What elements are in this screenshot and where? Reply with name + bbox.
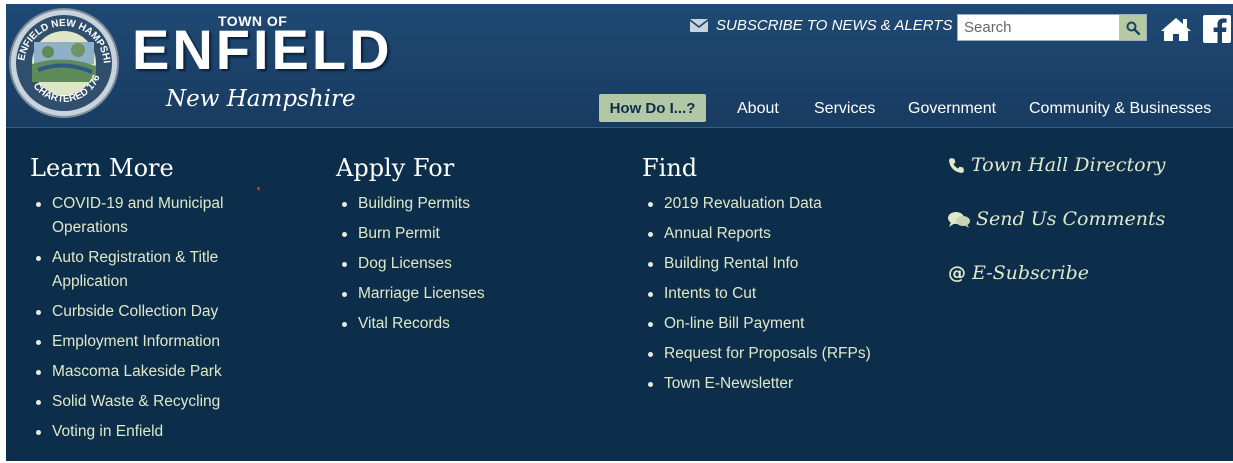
facebook-icon[interactable]	[1203, 15, 1231, 43]
list-item[interactable]: Curbside Collection Day	[30, 300, 290, 324]
apply-for-heading: Apply For	[336, 154, 455, 182]
envelope-icon	[690, 19, 708, 32]
nav-how-do-i[interactable]: How Do I...?	[599, 94, 706, 122]
send-us-comments-link[interactable]: Send Us Comments	[948, 208, 1165, 230]
learn-more-heading: Learn More	[30, 154, 174, 182]
list-item[interactable]: Voting in Enfield	[30, 420, 290, 444]
list-item[interactable]: Annual Reports	[642, 222, 922, 246]
search-icon	[1126, 21, 1140, 35]
nav-community-businesses[interactable]: Community & Businesses	[1029, 100, 1211, 118]
subscribe-label: SUBSCRIBE TO NEWS & ALERTS	[716, 17, 953, 34]
quick-link-label: E-Subscribe	[972, 262, 1090, 284]
apply-for-list: Building Permits Burn Permit Dog License…	[336, 192, 596, 336]
red-dot-marker	[257, 187, 260, 190]
list-item[interactable]: Request for Proposals (RFPs)	[642, 342, 922, 366]
list-item[interactable]: Town E-Newsletter	[642, 372, 922, 396]
town-seal-logo[interactable]: ENFIELD NEW HAMPSHIRE CHARTERED 1761	[8, 6, 120, 120]
comments-icon	[948, 211, 970, 228]
nav-government[interactable]: Government	[908, 100, 996, 118]
find-column: Find 2019 Revaluation Data Annual Report…	[642, 154, 922, 402]
search-input[interactable]	[958, 15, 1118, 40]
search-box	[957, 14, 1147, 41]
learn-more-column: Learn More COVID-19 and Municipal Operat…	[30, 154, 290, 450]
list-item[interactable]: Auto Registration & Title Application	[30, 246, 290, 294]
find-list: 2019 Revaluation Data Annual Reports Bui…	[642, 192, 922, 396]
list-item[interactable]: Marriage Licenses	[336, 282, 596, 306]
home-icon[interactable]	[1160, 16, 1192, 42]
nav-about[interactable]: About	[737, 100, 779, 118]
page-frame: ENFIELD NEW HAMPSHIRE CHARTERED 1761 TOW…	[6, 4, 1233, 461]
find-heading: Find	[642, 154, 698, 182]
apply-for-column: Apply For Building Permits Burn Permit D…	[336, 154, 596, 342]
list-item[interactable]: Solid Waste & Recycling	[30, 390, 290, 414]
list-item[interactable]: Employment Information	[30, 330, 290, 354]
list-item[interactable]: Building Rental Info	[642, 252, 922, 276]
list-item[interactable]: Dog Licenses	[336, 252, 596, 276]
list-item[interactable]: Mascoma Lakeside Park	[30, 360, 290, 384]
list-item[interactable]: Building Permits	[336, 192, 596, 216]
list-item[interactable]: Intents to Cut	[642, 282, 922, 306]
list-item[interactable]: 2019 Revaluation Data	[642, 192, 922, 216]
list-item[interactable]: COVID-19 and Municipal Operations	[30, 192, 290, 240]
list-item[interactable]: Vital Records	[336, 312, 596, 336]
phone-icon	[949, 157, 964, 173]
town-name-logo[interactable]: ENFIELD	[132, 20, 393, 80]
site-header: ENFIELD NEW HAMPSHIRE CHARTERED 1761 TOW…	[6, 4, 1233, 128]
quick-link-label: Town Hall Directory	[971, 154, 1166, 176]
subscribe-link[interactable]: SUBSCRIBE TO NEWS & ALERTS	[690, 17, 952, 34]
search-button[interactable]	[1119, 15, 1146, 40]
list-item[interactable]: Burn Permit	[336, 222, 596, 246]
list-item[interactable]: On-line Bill Payment	[642, 312, 922, 336]
e-subscribe-link[interactable]: @ E-Subscribe	[948, 262, 1089, 284]
nav-services[interactable]: Services	[814, 100, 875, 118]
town-hall-directory-link[interactable]: Town Hall Directory	[948, 154, 1165, 176]
quick-link-label: Send Us Comments	[976, 208, 1166, 230]
state-name-label: New Hampshire	[166, 86, 356, 112]
at-icon: @	[948, 262, 966, 284]
learn-more-list: COVID-19 and Municipal Operations Auto R…	[30, 192, 290, 444]
